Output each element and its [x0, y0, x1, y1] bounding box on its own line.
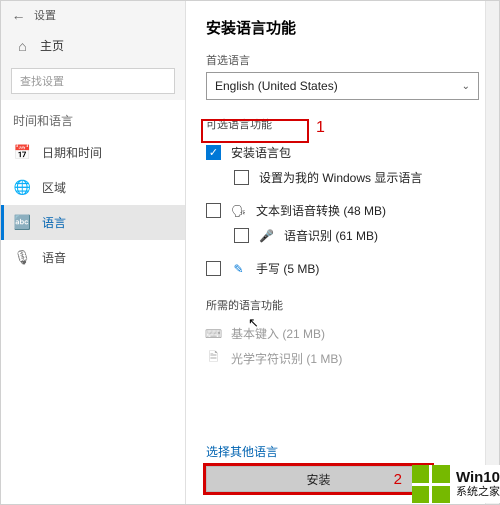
required-features-label: 所需的语言功能 — [206, 297, 479, 313]
option-speech-recognition[interactable]: 🎤 语音识别 (61 MB) — [206, 223, 479, 248]
dialog-content: 安装语言功能 首选语言 English (United States) ⌄ 可选… — [186, 1, 499, 443]
nav-speech[interactable]: 🎙 语音 — [1, 240, 185, 275]
option-install-language-pack[interactable]: ✓ 安装语言包 — [206, 140, 479, 165]
install-button[interactable]: 安装 2 — [206, 466, 431, 492]
search-placeholder: 查找设置 — [20, 73, 64, 89]
nav-region[interactable]: 🌐 区域 — [1, 170, 185, 205]
watermark-line1: Win10 — [456, 469, 500, 486]
nav-label: 语音 — [42, 249, 66, 266]
home-label: 主页 — [40, 37, 64, 54]
search-input[interactable]: 查找设置 — [11, 68, 175, 94]
checkbox-tts[interactable] — [206, 203, 221, 218]
watermark-line2: 系统之家 — [456, 486, 500, 499]
option-label: 文本到语音转换 (48 MB) — [256, 202, 386, 219]
settings-window: ← 设置 ⌂ 主页 查找设置 时间和语言 📅 日期和时间 🌐 区域 🔤 语言 — [0, 0, 500, 505]
globe-icon: 🌐 — [15, 180, 30, 195]
mouse-cursor-icon: ↖ — [248, 315, 259, 331]
ocr-icon: 🗎 — [206, 351, 221, 366]
home-button[interactable]: ⌂ 主页 — [1, 29, 185, 62]
titlebar: ← 设置 — [1, 1, 185, 29]
option-label: 设置为我的 Windows 显示语言 — [259, 169, 422, 186]
option-label: 手写 (5 MB) — [256, 260, 319, 277]
chevron-down-icon: ⌄ — [462, 81, 470, 92]
optional-features-label: 可选语言功能 — [206, 116, 479, 132]
annotation-number-2: 2 — [394, 471, 402, 488]
install-language-dialog: 安装语言功能 首选语言 English (United States) ⌄ 可选… — [186, 1, 499, 504]
annotation-number-1: 1 — [316, 119, 325, 137]
install-button-label: 安装 — [306, 471, 330, 488]
titlebar-label: 设置 — [34, 7, 56, 23]
language-dropdown[interactable]: English (United States) ⌄ — [206, 72, 479, 100]
left-pane: ← 设置 ⌂ 主页 查找设置 时间和语言 📅 日期和时间 🌐 区域 🔤 语言 — [1, 1, 186, 504]
language-value: English (United States) — [215, 79, 338, 93]
back-icon[interactable]: ← — [11, 8, 26, 23]
required-ocr: 🗎 光学字符识别 (1 MB) — [206, 346, 479, 371]
language-icon: 🔤 — [15, 215, 30, 230]
option-handwriting[interactable]: ✎ 手写 (5 MB) — [206, 256, 479, 281]
choose-other-language-link[interactable]: 选择其他语言 — [186, 443, 499, 466]
nav-label: 语言 — [42, 214, 66, 231]
watermark-text: Win10 系统之家 — [456, 469, 500, 499]
option-set-display-language[interactable]: 设置为我的 Windows 显示语言 — [206, 165, 479, 190]
section-label: 时间和语言 — [1, 100, 185, 135]
required-basic-typing: ⌨ 基本键入 (21 MB) — [206, 321, 479, 346]
keyboard-icon: ⌨ — [206, 326, 221, 341]
checkbox-handwriting[interactable] — [206, 261, 221, 276]
option-label: 语音识别 (61 MB) — [284, 227, 378, 244]
option-text-to-speech[interactable]: 🗣 文本到语音转换 (48 MB) — [206, 198, 479, 223]
tts-icon: 🗣 — [231, 203, 246, 218]
handwriting-icon: ✎ — [231, 261, 246, 276]
nav-label: 日期和时间 — [42, 144, 102, 161]
mic-icon: 🎙 — [15, 250, 30, 265]
option-label: 安装语言包 — [231, 144, 291, 161]
nav-list: 📅 日期和时间 🌐 区域 🔤 语言 🎙 语音 — [1, 135, 185, 504]
checkbox-speech[interactable] — [234, 228, 249, 243]
calendar-icon: 📅 — [15, 145, 30, 160]
nav-language[interactable]: 🔤 语言 — [1, 205, 185, 240]
nav-date-time[interactable]: 📅 日期和时间 — [1, 135, 185, 170]
nav-label: 区域 — [42, 179, 66, 196]
speech-icon: 🎤 — [259, 228, 274, 243]
preferred-language-label: 首选语言 — [206, 52, 479, 68]
dialog-title: 安装语言功能 — [206, 17, 479, 38]
watermark-logo-icon — [412, 465, 450, 503]
checkbox-install-pack[interactable]: ✓ — [206, 145, 221, 160]
required-label: 光学字符识别 (1 MB) — [231, 350, 342, 367]
home-icon: ⌂ — [15, 38, 30, 53]
required-label: 基本键入 (21 MB) — [231, 325, 325, 342]
watermark: Win10 系统之家 — [412, 465, 500, 503]
checkbox-set-display[interactable] — [234, 170, 249, 185]
